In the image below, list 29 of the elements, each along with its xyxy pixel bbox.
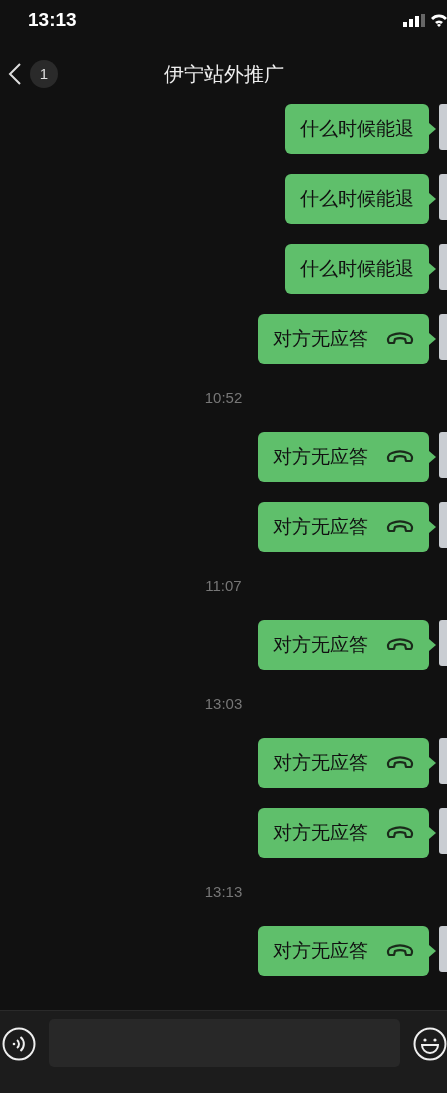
voice-icon[interactable] — [2, 1027, 36, 1061]
phone-hangup-icon — [386, 520, 414, 534]
timestamp: 13:03 — [204, 693, 243, 714]
phone-hangup-icon — [386, 450, 414, 464]
back-icon[interactable] — [8, 63, 22, 85]
phone-hangup-icon — [386, 756, 414, 770]
status-time: 13:13 — [28, 7, 77, 32]
phone-hangup-icon — [386, 638, 414, 652]
timestamp: 13:13 — [204, 881, 243, 902]
message-text: 对方无应答 — [273, 820, 368, 845]
message-text: 对方无应答 — [273, 632, 368, 657]
phone-hangup-icon — [386, 826, 414, 840]
message-text: 对方无应答 — [273, 444, 368, 469]
message-text: 对方无应答 — [273, 326, 368, 351]
wifi-icon — [431, 13, 447, 27]
timestamp: 11:07 — [205, 575, 242, 596]
phone-hangup-icon — [386, 944, 414, 958]
signal-icon — [403, 13, 425, 27]
message-text: 对方无应答 — [273, 514, 368, 539]
message-text: 对方无应答 — [273, 750, 368, 775]
timestamp: 10:52 — [204, 387, 243, 408]
message-text: 什么时候能退 — [300, 256, 414, 281]
phone-hangup-icon — [386, 332, 414, 346]
chat-title: 伊宁站外推广 — [163, 62, 284, 87]
message-text: 什么时候能退 — [300, 116, 414, 141]
unread-badge: 1 — [30, 60, 58, 88]
message-text: 对方无应答 — [273, 938, 368, 963]
emoji-icon[interactable] — [413, 1027, 447, 1061]
message-text: 什么时候能退 — [300, 186, 414, 211]
